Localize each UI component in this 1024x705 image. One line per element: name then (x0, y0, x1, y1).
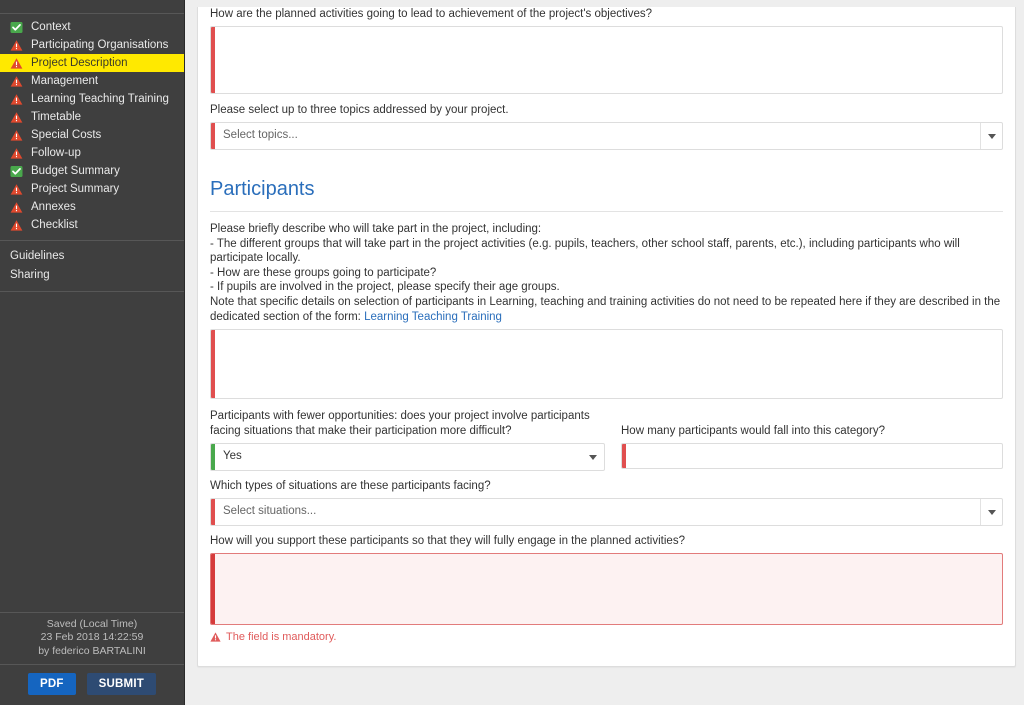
sidebar-item-label: Participating Organisations (31, 39, 169, 51)
pdf-button[interactable]: PDF (28, 673, 76, 695)
sidebar-item-special-costs[interactable]: Special Costs (0, 126, 184, 144)
warning-triangle-icon (10, 75, 23, 87)
topics-dropdown-toggle[interactable] (980, 123, 1002, 149)
warning-triangle-icon (10, 147, 23, 159)
warning-triangle-icon (10, 93, 23, 105)
sidebar-link-guidelines[interactable]: Guidelines (0, 247, 184, 266)
description-line-2: - How are these groups going to particip… (210, 266, 437, 279)
sidebar-item-label: Project Description (31, 57, 128, 69)
chevron-down-icon (589, 454, 597, 460)
sidebar-item-label: Timetable (31, 111, 82, 123)
saved-timestamp: 23 Feb 2018 14:22:59 (40, 631, 144, 643)
sidebar-links: Guidelines Sharing (0, 241, 184, 291)
how-many-label: How many participants would fall into th… (621, 425, 885, 438)
sidebar-nav: Context Participating Organisations Projec… (0, 14, 184, 234)
how-many-column: How many participants would fall into th… (621, 409, 1003, 471)
saved-label: Saved (Local Time) (46, 617, 138, 630)
how-many-input[interactable] (621, 443, 1003, 470)
situations-question-label: Which types of situations are these part… (210, 480, 491, 493)
sidebar-item-checklist[interactable]: Checklist (0, 216, 184, 234)
situations-select-value[interactable]: Select situations... (211, 499, 1002, 525)
sidebar-item-label: Checklist (31, 219, 78, 231)
warning-triangle-icon (10, 39, 23, 51)
sidebar-item-follow-up[interactable]: Follow-up (0, 144, 184, 162)
sidebar-item-learning-teaching-training[interactable]: Learning Teaching Training (0, 90, 184, 108)
situations-dropdown-toggle[interactable] (980, 499, 1002, 526)
chevron-down-icon (987, 509, 996, 515)
form-panel: How are the planned activities going to … (197, 7, 1016, 667)
support-error-message: The field is mandatory. (210, 631, 1003, 643)
warning-triangle-icon (10, 111, 23, 123)
warning-triangle-icon (210, 632, 221, 642)
sidebar-action-buttons: PDF SUBMIT (0, 665, 184, 705)
warning-triangle-icon (10, 129, 23, 141)
sidebar-item-project-description[interactable]: Project Description (0, 54, 184, 72)
sidebar-item-context[interactable]: Context (0, 18, 184, 36)
fewer-opportunities-column: Participants with fewer opportunities: d… (210, 409, 605, 472)
sidebar-item-project-summary[interactable]: Project Summary (0, 180, 184, 198)
learning-teaching-training-link[interactable]: Learning Teaching Training (364, 311, 502, 323)
sidebar-item-timetable[interactable]: Timetable (0, 108, 184, 126)
sidebar-item-label: Annexes (31, 201, 76, 213)
support-error-text: The field is mandatory. (226, 631, 337, 644)
sidebar-item-label: Special Costs (31, 129, 102, 141)
warning-triangle-icon (10, 57, 23, 69)
situations-select-field[interactable]: Select situations... (210, 498, 1003, 527)
saved-status-block: Saved (Local Time) 23 Feb 2018 14:22:59 … (0, 611, 184, 665)
check-square-icon (10, 165, 23, 177)
topics-select-field[interactable]: Select topics... (210, 122, 1003, 150)
support-question-label: How will you support these participants … (210, 535, 685, 548)
fewer-opportunities-row: Participants with fewer opportunities: d… (210, 409, 1003, 472)
fewer-opportunities-select-value[interactable]: Yes (211, 444, 604, 470)
participants-section-heading: Participants (210, 178, 315, 200)
participants-description: Please briefly describe who will take pa… (210, 222, 1003, 324)
chevron-down-icon (987, 133, 996, 139)
sidebar-item-annexes[interactable]: Annexes (0, 198, 184, 216)
fewer-opportunities-label: Participants with fewer opportunities: d… (210, 410, 590, 438)
description-line-3: - If pupils are involved in the project,… (210, 281, 560, 294)
topics-select-value[interactable]: Select topics... (211, 123, 1002, 149)
panel-bottom-spacer (210, 643, 1003, 657)
warning-triangle-icon (10, 201, 23, 213)
sidebar-top-divider (0, 0, 184, 14)
sidebar-item-management[interactable]: Management (0, 72, 184, 90)
fewer-opportunities-dropdown-toggle[interactable] (582, 444, 604, 470)
warning-triangle-icon (10, 219, 23, 231)
description-note: Note that specific details on selection … (210, 295, 1003, 324)
main-content: How are the planned activities going to … (185, 0, 1024, 705)
topics-question-label: Please select up to three topics address… (210, 104, 509, 116)
sidebar-item-label: Follow-up (31, 147, 81, 159)
sidebar-spacer (0, 291, 184, 612)
note-text: Note that specific details on selection … (210, 295, 1001, 323)
application-window: Context Participating Organisations Projec… (0, 0, 1024, 705)
objectives-textarea[interactable] (210, 26, 1003, 94)
sidebar-item-label: Budget Summary (31, 165, 120, 177)
objectives-question-label: How are the planned activities going to … (210, 8, 653, 20)
sidebar-item-participating-organisations[interactable]: Participating Organisations (0, 36, 184, 54)
saved-by-user: by federico BARTALINI (38, 644, 146, 657)
warning-triangle-icon (10, 183, 23, 195)
description-line-1: - The different groups that will take pa… (210, 237, 960, 265)
support-textarea[interactable] (210, 553, 1003, 626)
section-divider (210, 211, 1003, 212)
sidebar: Context Participating Organisations Projec… (0, 0, 185, 705)
sidebar-link-sharing[interactable]: Sharing (0, 266, 184, 285)
sidebar-item-label: Learning Teaching Training (31, 93, 169, 105)
check-square-icon (10, 21, 23, 33)
description-line-0: Please briefly describe who will take pa… (210, 223, 542, 235)
sidebar-item-budget-summary[interactable]: Budget Summary (0, 162, 184, 180)
submit-button[interactable]: SUBMIT (86, 673, 156, 695)
participants-describe-textarea[interactable] (210, 329, 1003, 400)
sidebar-item-label: Project Summary (31, 183, 120, 195)
sidebar-item-label: Context (31, 21, 71, 33)
sidebar-item-label: Management (31, 75, 99, 87)
fewer-opportunities-select-field[interactable]: Yes (210, 443, 605, 472)
